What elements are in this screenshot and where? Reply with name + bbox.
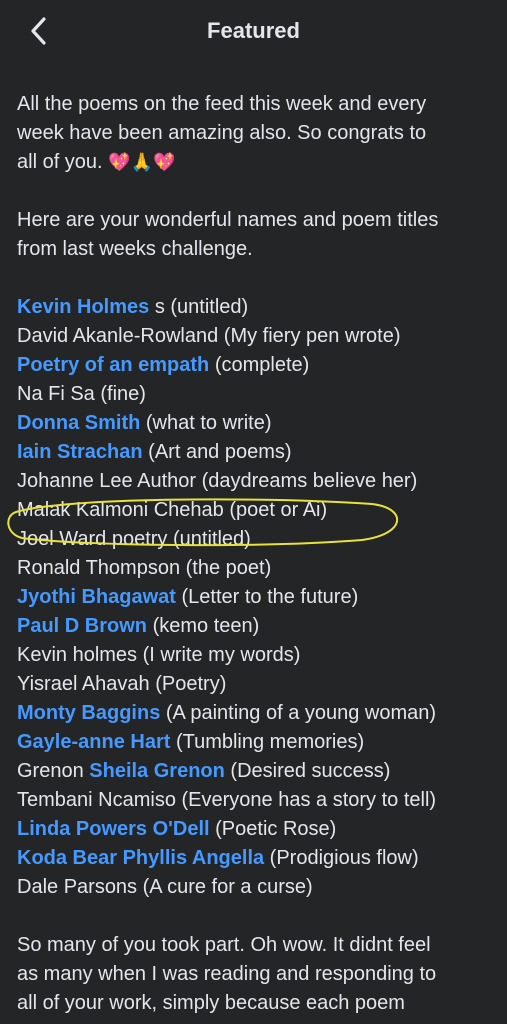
entry-row: Gayle-anne Hart (Tumbling memories) [17,728,502,757]
profile-tag-link[interactable]: Donna Smith [17,412,140,434]
entry-text: (A painting of a young woman) [160,702,437,724]
intro-line: week have been amazing also. So congrats… [17,122,427,144]
entry-row: Iain Strachan (Art and poems) [17,438,502,467]
entry-row: Joel Ward poetry (untitled) [17,525,502,554]
outro-line: all of your work, simply because each po… [17,992,405,1014]
entry-text: Dale Parsons (A cure for a curse) [17,876,313,898]
entry-row: Malak Kalmoni Chehab (poet or Ai) [17,496,502,525]
entry-row: Johanne Lee Author (daydreams believe he… [17,467,502,496]
entry-prefix: Grenon [17,760,90,782]
entry-text: Yisrael Ahavah (Poetry) [17,673,227,695]
entry-row: Dale Parsons (A cure for a curse) [17,873,502,902]
entry-row: Kevin holmes (I write my words) [17,641,502,670]
emoji-icons: 💖🙏💖 [108,152,176,172]
entry-row: Yisrael Ahavah (Poetry) [17,670,502,699]
entry-row: Poetry of an empath (complete) [17,351,502,380]
page-title: Featured [207,18,300,43]
entry-row: Grenon Sheila Grenon (Desired success) [17,757,502,786]
profile-tag-link[interactable]: Kevin Holmes [17,296,149,318]
intro-text: all of you. [17,151,103,173]
entry-text: s (untitled) [149,296,249,318]
entry-row: Koda Bear Phyllis Angella (Prodigious fl… [17,844,502,873]
entry-text: (Poetic Rose) [209,818,337,840]
entry-text: (Art and poems) [142,441,292,463]
profile-tag-link[interactable]: Poetry of an empath [17,354,209,376]
entries-list: Kevin Holmes s (untitled) David Akanle-Ro… [17,293,502,902]
post-body: All the poems on the feed this week and … [17,90,502,1018]
entry-row: Kevin Holmes s (untitled) [17,293,502,322]
entry-row: David Akanle-Rowland (My fiery pen wrote… [17,322,502,351]
entry-text: (Prodigious flow) [264,847,419,869]
entry-row: Ronald Thompson (the poet) [17,554,502,583]
top-bar: Featured [0,0,507,64]
entry-text: (kemo teen) [147,615,260,637]
entry-text: Johanne Lee Author (daydreams believe he… [17,470,418,492]
entry-row: Linda Powers O'Dell (Poetic Rose) [17,815,502,844]
profile-tag-link[interactable]: Jyothi Bhagawat [17,586,176,608]
intro-line: All the poems on the feed this week and … [17,93,427,115]
entry-text: Malak Kalmoni Chehab (poet or Ai) [17,499,328,521]
profile-tag-link[interactable]: Phyllis Angella [123,847,265,869]
entry-text: Na Fi Sa (fine) [17,383,146,405]
entry-text: Ronald Thompson (the poet) [17,557,272,579]
entry-text: Tembani Ncamiso (Everyone has a story to… [17,789,437,811]
outro-line: as many when I was reading and respondin… [17,963,437,985]
entry-text: (Desired success) [224,760,391,782]
entry-text: (Letter to the future) [175,586,359,608]
entry-row: Na Fi Sa (fine) [17,380,502,409]
names-intro-line: Here are your wonderful names and poem t… [17,209,439,231]
entry-text: Joel Ward poetry (untitled) [17,528,251,550]
profile-tag-link[interactable]: Paul D Brown [17,615,147,637]
profile-tag-link[interactable]: Iain Strachan [17,441,143,463]
profile-tag-link[interactable]: Gayle-anne Hart [17,731,170,753]
intro-line: all of you. 💖🙏💖 [17,148,502,177]
entry-row: Donna Smith (what to write) [17,409,502,438]
profile-tag-link[interactable]: Koda Bear [17,847,117,869]
profile-tag-link[interactable]: Sheila Grenon [89,760,225,782]
profile-tag-link[interactable]: Linda Powers O'Dell [17,818,210,840]
entry-row: Tembani Ncamiso (Everyone has a story to… [17,786,502,815]
entry-text: (complete) [209,354,310,376]
entry-text: Kevin holmes (I write my words) [17,644,301,666]
entry-row: Monty Baggins (A painting of a young wom… [17,699,502,728]
entry-text: David Akanle-Rowland (My fiery pen wrote… [17,325,401,347]
entry-text: (Tumbling memories) [170,731,365,753]
outro-line: So many of you took part. Oh wow. It did… [17,934,431,956]
entry-row: Jyothi Bhagawat (Letter to the future) [17,583,502,612]
profile-tag-link[interactable]: Monty Baggins [17,702,160,724]
entry-row: Paul D Brown (kemo teen) [17,612,502,641]
entry-text: (what to write) [140,412,272,434]
names-intro-line: from last weeks challenge. [17,238,253,260]
